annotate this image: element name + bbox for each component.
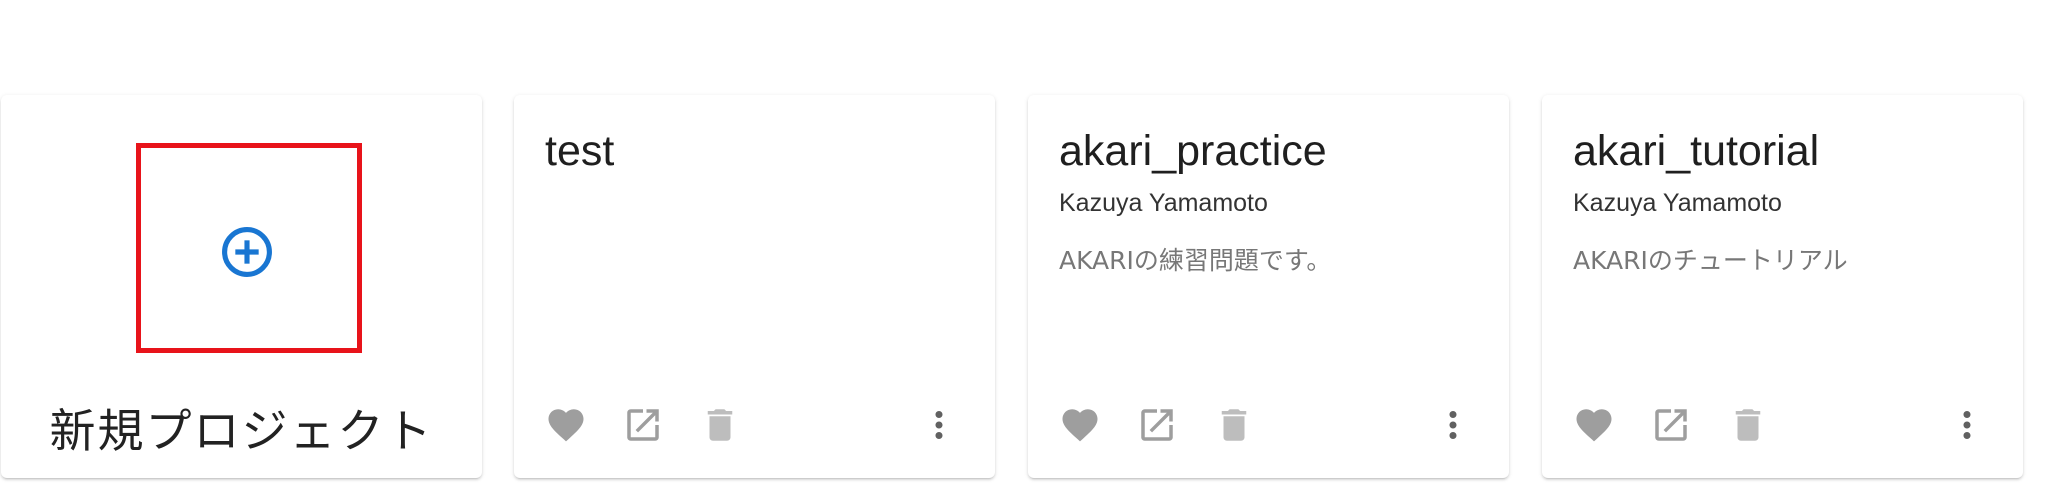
favorite-button[interactable] [545,404,587,446]
heart-icon[interactable] [1059,404,1101,446]
more-menu-button[interactable] [1946,404,1988,446]
new-project-highlight[interactable] [136,143,362,353]
favorite-button[interactable] [1059,404,1101,446]
trash-icon[interactable] [1727,404,1769,446]
heart-icon[interactable] [545,404,587,446]
project-title[interactable]: test [545,127,614,176]
project-description: AKARIのチュートリアル [1573,246,1848,275]
new-project-card[interactable]: 新規プロジェクト [1,95,482,478]
open-button[interactable] [1650,404,1692,446]
open-in-new-icon[interactable] [1136,404,1178,446]
project-author: Kazuya Yamamoto [1573,189,1782,217]
more-vertical-icon[interactable] [1432,404,1474,446]
project-card[interactable]: akari_tutorial Kazuya Yamamoto AKARIのチュー… [1542,95,2023,478]
project-description: AKARIの練習問題です。 [1059,246,1332,275]
project-card[interactable]: test [514,95,995,478]
more-vertical-icon[interactable] [1946,404,1988,446]
delete-button[interactable] [1213,404,1255,446]
delete-button[interactable] [699,404,741,446]
open-in-new-icon[interactable] [1650,404,1692,446]
trash-icon[interactable] [699,404,741,446]
more-menu-button[interactable] [1432,404,1474,446]
open-button[interactable] [1136,404,1178,446]
more-vertical-icon[interactable] [918,404,960,446]
project-title[interactable]: akari_practice [1059,127,1327,176]
project-author: Kazuya Yamamoto [1059,189,1268,217]
delete-button[interactable] [1727,404,1769,446]
trash-icon[interactable] [1213,404,1255,446]
open-button[interactable] [622,404,664,446]
project-card[interactable]: akari_practice Kazuya Yamamoto AKARIの練習問… [1028,95,1509,478]
more-menu-button[interactable] [918,404,960,446]
new-project-label[interactable]: 新規プロジェクト [1,395,482,461]
project-title[interactable]: akari_tutorial [1573,127,1819,176]
heart-icon[interactable] [1573,404,1615,446]
add-circle-icon[interactable] [219,224,275,280]
open-in-new-icon[interactable] [622,404,664,446]
favorite-button[interactable] [1573,404,1615,446]
